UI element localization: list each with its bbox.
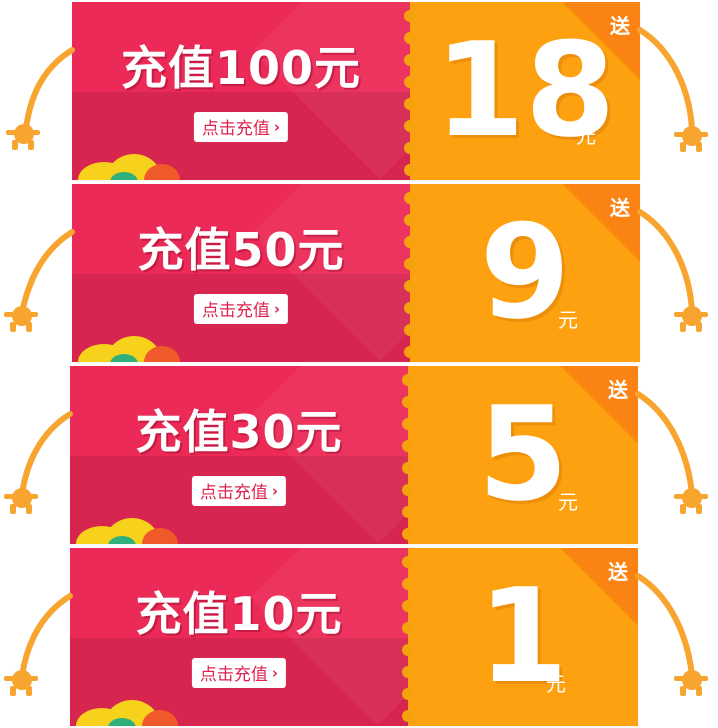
cloud-hills-decoration <box>76 518 178 544</box>
chevron-right-icon: › <box>271 481 279 500</box>
hand-icon <box>674 306 708 332</box>
hand-icon <box>674 488 708 514</box>
bonus-unit: 元 <box>558 490 578 514</box>
coupon-10[interactable]: 充值10元 点击充值 › 送 1 元 <box>70 548 638 726</box>
bonus-amount: 18 <box>434 14 616 166</box>
recharge-button-label: 点击充值 <box>199 483 268 503</box>
coupon-title: 充值30元 <box>135 405 343 459</box>
hand-icon <box>4 670 38 696</box>
recharge-button[interactable]: 点击充值 › <box>191 476 287 506</box>
recharge-button-label: 点击充值 <box>201 301 270 321</box>
coupon-right-panel: 送 18 元 <box>410 2 640 180</box>
coupon-right-panel: 送 1 元 <box>408 548 638 726</box>
hand-icon <box>674 126 708 152</box>
chevron-right-icon: › <box>273 117 281 136</box>
coupon-left-panel: 充值10元 点击充值 › <box>70 548 408 726</box>
bonus-unit: 元 <box>558 308 578 332</box>
cloud-hills-decoration <box>76 700 178 726</box>
hand-icon <box>674 670 708 696</box>
bonus-amount: 5 <box>477 378 569 530</box>
bonus-amount: 9 <box>479 196 571 348</box>
hand-icon <box>4 306 38 332</box>
coupon-left-panel: 充值50元 点击充值 › <box>72 184 410 362</box>
recharge-button[interactable]: 点击充值 › <box>191 658 287 688</box>
coupon-right-panel: 送 9 元 <box>410 184 640 362</box>
cloud-hills-decoration <box>78 336 180 362</box>
chevron-right-icon: › <box>271 663 279 682</box>
chevron-right-icon: › <box>273 299 281 318</box>
cloud-hills-decoration <box>78 154 180 180</box>
coupon-100[interactable]: 充值100元 点击充值 › 送 18 元 <box>72 2 640 180</box>
coupon-title: 充值10元 <box>135 587 343 641</box>
bonus-unit: 元 <box>576 124 596 148</box>
bonus-amount: 1 <box>477 560 569 712</box>
hand-icon <box>4 488 38 514</box>
recharge-button-label: 点击充值 <box>201 119 270 139</box>
coupon-title: 充值100元 <box>120 41 362 95</box>
bonus-unit: 元 <box>546 672 566 696</box>
hand-icon <box>6 124 40 150</box>
coupon-left-panel: 充值100元 点击充值 › <box>72 2 410 180</box>
recharge-button[interactable]: 点击充值 › <box>193 294 289 324</box>
coupon-right-panel: 送 5 元 <box>408 366 638 544</box>
coupon-left-panel: 充值30元 点击充值 › <box>70 366 408 544</box>
coupon-50[interactable]: 充值50元 点击充值 › 送 9 元 <box>72 184 640 362</box>
coupon-30[interactable]: 充值30元 点击充值 › 送 5 元 <box>70 366 638 544</box>
recharge-button-label: 点击充值 <box>199 665 268 685</box>
coupon-title: 充值50元 <box>137 223 345 277</box>
recharge-button[interactable]: 点击充值 › <box>193 112 289 142</box>
